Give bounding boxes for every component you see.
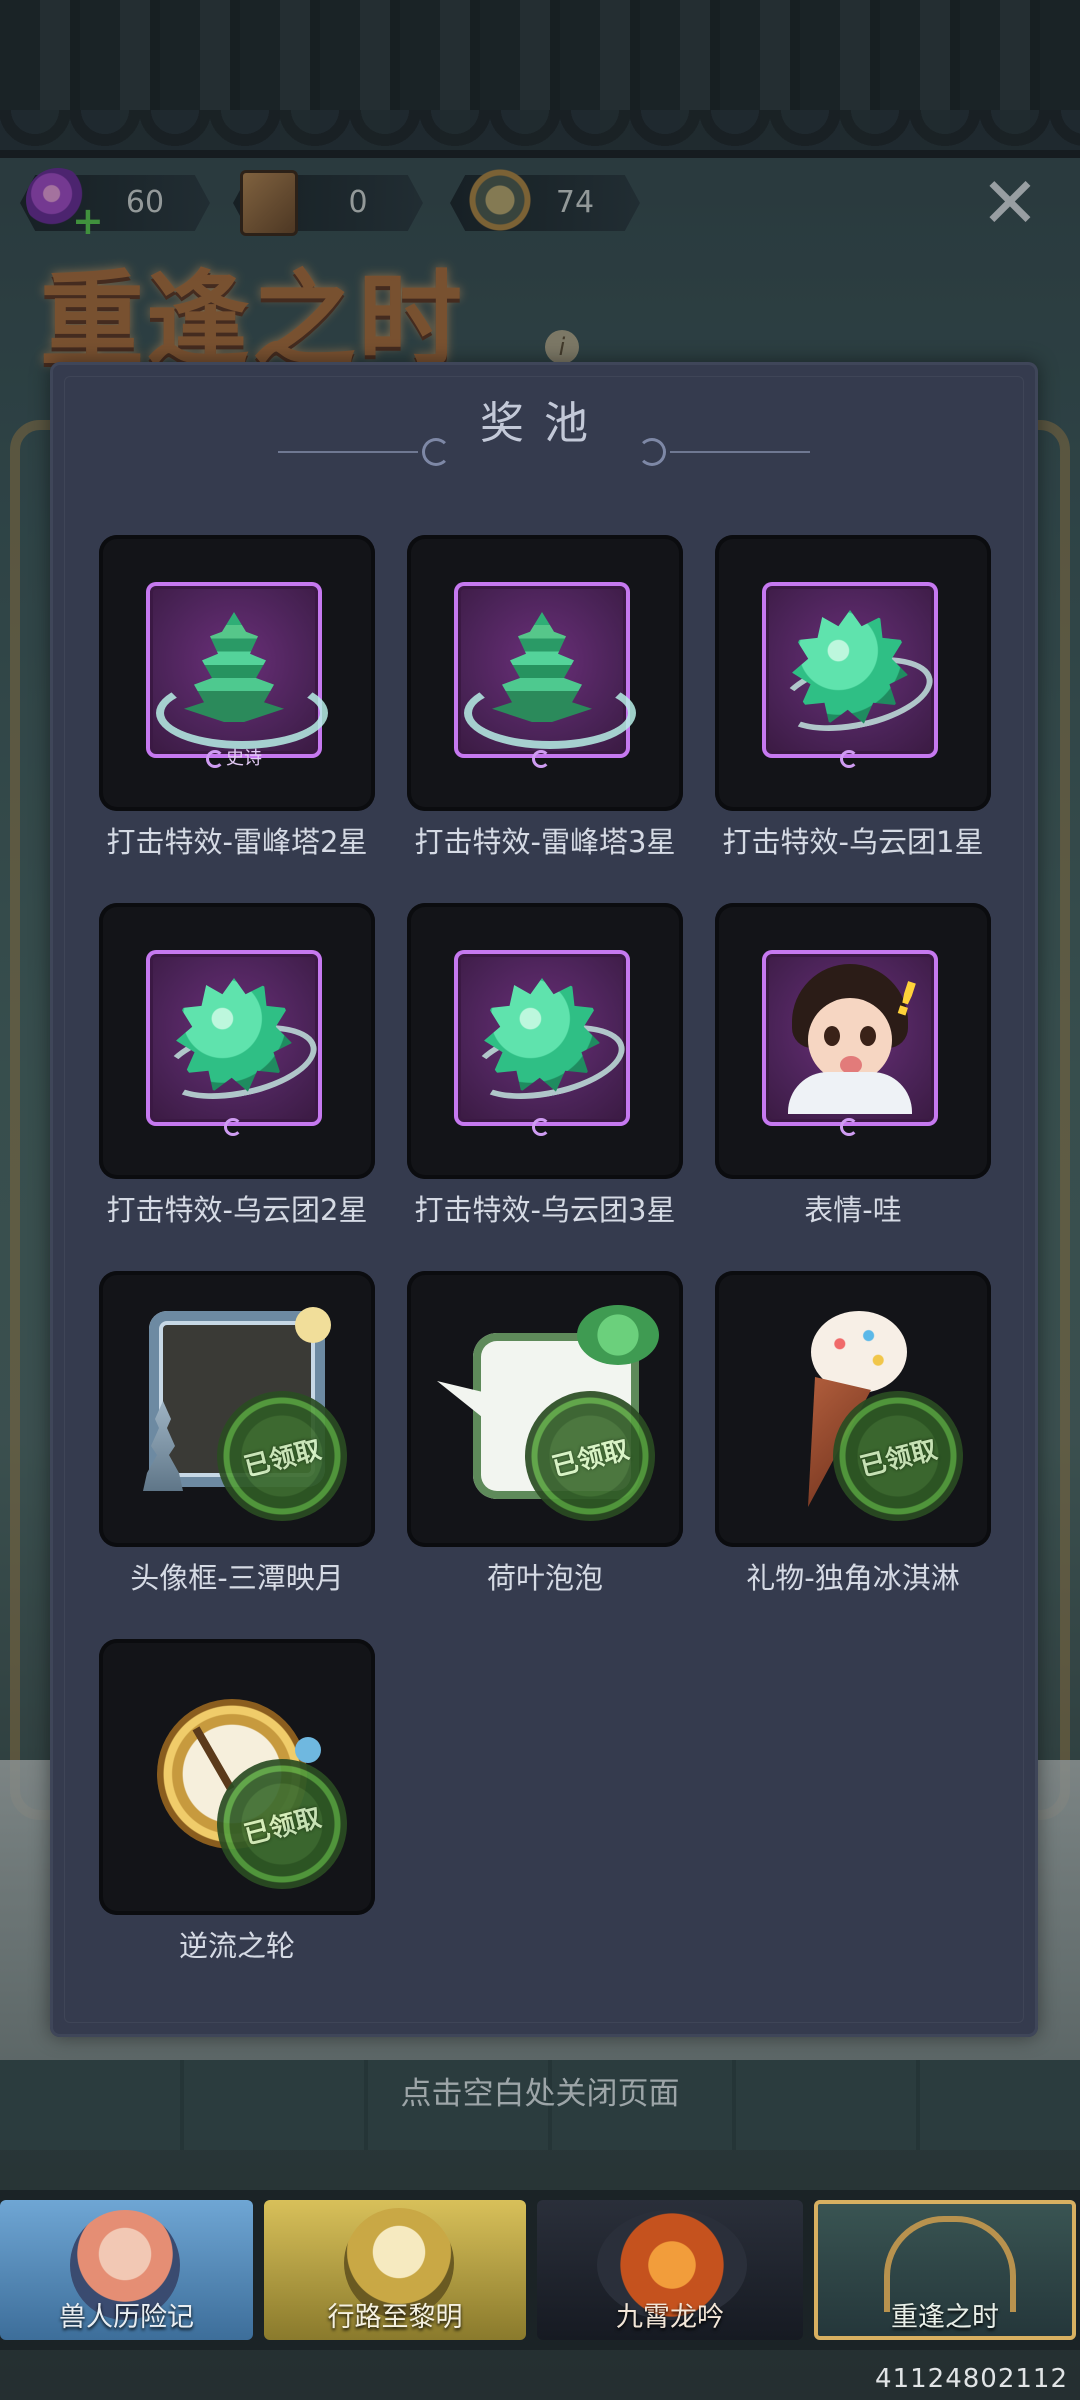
banner-label: 重逢之时 (891, 2302, 999, 2333)
user-id: 41124802112 (875, 2364, 1068, 2394)
pagoda-icon (184, 612, 284, 722)
moon-icon (532, 750, 550, 768)
lotus-leaf-icon (577, 1305, 659, 1365)
reward-item[interactable]: 已领取 头像框-三潭映月 (99, 1271, 375, 1597)
reward-item[interactable]: 已领取 逆流之轮 (99, 1639, 375, 1965)
emote-eye (860, 1026, 876, 1046)
claimed-stamp-text: 已领取 (241, 1434, 325, 1483)
reward-label: 打击特效-乌云团1星 (722, 825, 984, 859)
banner-4-selected[interactable]: 重逢之时 (814, 2200, 1076, 2340)
moon-icon (532, 1118, 550, 1136)
reward-label: 打击特效-乌云团2星 (106, 1193, 368, 1227)
reward-card: ! (715, 903, 991, 1179)
banner-3[interactable]: 九霄龙吟 (537, 2200, 803, 2340)
moon-icon (206, 750, 224, 768)
rarity-slot (454, 582, 636, 768)
banner-label: 行路至黎明 (327, 2302, 463, 2333)
reward-label: 头像框-三潭映月 (130, 1561, 344, 1595)
reward-card (407, 535, 683, 811)
rarity-badge (532, 1116, 552, 1138)
reward-label: 荷叶泡泡 (486, 1561, 603, 1595)
rarity-text: 史诗 (226, 748, 262, 769)
reward-card: 已领取 (407, 1271, 683, 1547)
prize-pool-panel: 奖池 史诗 打击特效-雷峰塔2星 打击特效-雷峰塔3星 打击特效-乌云团1星 打… (50, 362, 1038, 2037)
reward-label: 礼物-独角冰淇淋 (746, 1561, 960, 1595)
reward-card: 已领取 (715, 1271, 991, 1547)
header-divider (670, 451, 810, 453)
moon-icon (295, 1307, 331, 1343)
clock-gem (295, 1737, 321, 1763)
reward-label: 打击特效-乌云团3星 (414, 1193, 676, 1227)
reward-label: 逆流之轮 (178, 1929, 295, 1963)
rarity-slot (762, 582, 940, 768)
panel-title: 奖池 (480, 398, 608, 449)
moon-icon (840, 750, 858, 768)
emote-eye (824, 1026, 840, 1046)
reward-item[interactable]: 史诗 打击特效-雷峰塔2星 (99, 535, 375, 861)
banner-1[interactable]: 兽人历险记 (0, 2200, 253, 2340)
reward-card (99, 903, 375, 1179)
claimed-stamp-text: 已领取 (857, 1434, 941, 1483)
reward-card (407, 903, 683, 1179)
reward-item[interactable]: 打击特效-乌云团3星 (407, 903, 683, 1229)
reward-label: 打击特效-雷峰塔3星 (414, 825, 676, 859)
rarity-badge (532, 748, 552, 770)
pagoda-icon (492, 612, 592, 722)
reward-item[interactable]: 已领取 荷叶泡泡 (407, 1271, 683, 1597)
reward-item[interactable]: 打击特效-乌云团1星 (715, 535, 991, 861)
close-hint: 点击空白处关闭页面 (400, 2076, 680, 2112)
rarity-slot (146, 950, 324, 1136)
reward-item[interactable]: 打击特效-乌云团2星 (99, 903, 375, 1229)
reward-item[interactable]: 打击特效-雷峰塔3星 (407, 535, 683, 861)
header-divider (278, 451, 418, 453)
rarity-slot (454, 950, 632, 1136)
rarity-badge: 史诗 (206, 748, 262, 770)
emote-robe (788, 1072, 912, 1114)
banner-label: 兽人历险记 (59, 2302, 194, 2333)
reward-label: 打击特效-雷峰塔2星 (106, 825, 368, 859)
emote-face-icon: ! (784, 964, 925, 1114)
moon-icon (224, 1118, 242, 1136)
swirl-ornament-icon (422, 438, 450, 466)
rarity-badge (840, 1116, 860, 1138)
reward-item[interactable]: ! 表情-哇 (715, 903, 991, 1229)
reward-item[interactable]: 已领取 礼物-独角冰淇淋 (715, 1271, 991, 1597)
claimed-stamp-text: 已领取 (241, 1802, 325, 1851)
claimed-stamp-text: 已领取 (549, 1434, 633, 1483)
panel-header: 奖池 (50, 394, 1038, 466)
rarity-slot: 史诗 (146, 582, 328, 769)
rarity-badge (840, 748, 860, 770)
banner-2[interactable]: 行路至黎明 (264, 2200, 526, 2340)
reward-card: 已领取 (99, 1639, 375, 1915)
banner-label: 九霄龙吟 (616, 2302, 724, 2333)
reward-card (715, 535, 991, 811)
swirl-ornament-icon (638, 438, 666, 466)
rarity-slot: ! (762, 950, 938, 1136)
rarity-badge (224, 1116, 244, 1138)
moon-icon (840, 1118, 858, 1136)
reward-label: 表情-哇 (804, 1193, 902, 1227)
reward-card: 史诗 (99, 535, 375, 811)
reward-card: 已领取 (99, 1271, 375, 1547)
